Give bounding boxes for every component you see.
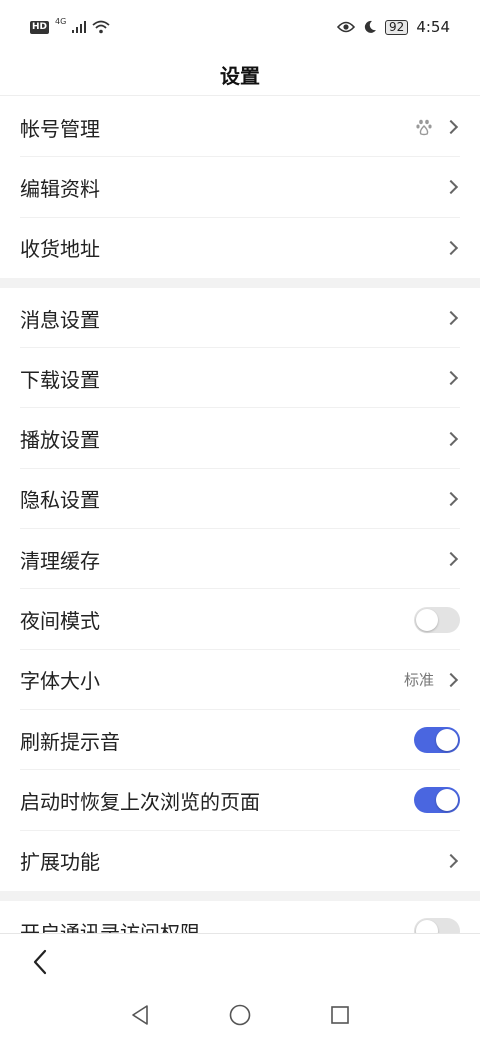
settings-row-edit-profile[interactable]: 编辑资料	[0, 157, 480, 218]
home-circle-icon	[229, 1004, 251, 1025]
toggle-knob	[436, 729, 458, 752]
settings-row-playback[interactable]: 播放设置	[0, 408, 480, 470]
chevron-right-icon	[443, 120, 459, 135]
chevron-right-icon	[443, 672, 459, 687]
system-nav-bar	[0, 989, 480, 1040]
row-label: 帐号管理	[20, 116, 100, 141]
settings-row-account[interactable]: 帐号管理	[0, 97, 480, 158]
row-right	[443, 491, 460, 506]
row-label: 收货地址	[20, 237, 100, 262]
network-type: 4G	[55, 17, 67, 26]
row-right	[443, 310, 460, 326]
contacts-permission-toggle[interactable]	[414, 918, 460, 933]
chevron-right-icon	[443, 853, 459, 868]
row-right	[443, 552, 460, 567]
settings-row-contacts-permission: 开启通讯录访问权限	[0, 901, 480, 933]
settings-row-address[interactable]: 收货地址	[0, 218, 480, 278]
row-label: 开启通讯录访问权限	[20, 920, 200, 934]
system-home-button[interactable]	[225, 1000, 255, 1030]
baidu-paw-icon	[416, 119, 432, 136]
section-divider	[0, 890, 480, 901]
settings-row-restore-page: 启动时恢复上次浏览的页面	[0, 770, 480, 831]
wifi-icon	[92, 20, 110, 34]
font-size-value: 标准	[403, 671, 434, 690]
toggle-knob	[416, 608, 438, 631]
settings-row-font-size[interactable]: 字体大小 标准	[0, 650, 480, 711]
row-right: 标准	[404, 669, 460, 690]
clock: 4:54	[416, 18, 450, 36]
chevron-left-icon	[33, 949, 47, 975]
chevron-right-icon	[443, 491, 459, 506]
restore-page-toggle[interactable]	[414, 787, 460, 814]
chevron-right-icon	[443, 310, 459, 326]
status-left: HD 4G	[30, 17, 110, 34]
chevron-right-icon	[443, 431, 459, 446]
settings-row-download[interactable]: 下载设置	[0, 348, 480, 409]
row-label: 播放设置	[20, 428, 100, 453]
status-bar: HD 4G 92 4:54	[0, 0, 480, 54]
settings-row-message[interactable]: 消息设置	[0, 288, 480, 349]
row-right	[443, 240, 460, 255]
title-bar: 设置	[0, 54, 480, 96]
settings-row-night-mode: 夜间模式	[0, 589, 480, 650]
row-right	[443, 431, 460, 446]
signal-icon	[72, 21, 87, 33]
system-recents-button[interactable]	[325, 1000, 355, 1030]
battery-indicator: 92	[385, 19, 409, 35]
row-label: 消息设置	[20, 307, 100, 332]
system-back-button[interactable]	[125, 1000, 155, 1030]
back-triangle-icon	[132, 1004, 148, 1025]
recents-square-icon	[331, 1005, 349, 1024]
eye-icon	[337, 21, 356, 33]
row-right	[443, 853, 460, 868]
hd-indicator: HD	[30, 20, 50, 34]
row-label: 启动时恢复上次浏览的页面	[20, 789, 260, 814]
settings-list[interactable]: 帐号管理 编辑资料 收货地址 消息设置 下载设置 播放设置 隐私设置 清理缓存 …	[0, 97, 480, 933]
toggle-knob	[416, 920, 438, 933]
settings-row-clear-cache[interactable]: 清理缓存	[0, 529, 480, 590]
back-button[interactable]	[26, 948, 54, 976]
toggle-knob	[436, 789, 458, 812]
row-label: 夜间模式	[20, 609, 100, 634]
settings-row-extensions[interactable]: 扩展功能	[0, 831, 480, 891]
row-label: 字体大小	[20, 669, 100, 694]
settings-row-refresh-sound: 刷新提示音	[0, 710, 480, 771]
settings-row-privacy[interactable]: 隐私设置	[0, 469, 480, 530]
row-right	[443, 180, 460, 195]
row-label: 隐私设置	[20, 488, 100, 513]
moon-icon	[364, 20, 377, 33]
chevron-right-icon	[443, 552, 459, 567]
row-label: 刷新提示音	[20, 729, 120, 754]
chevron-right-icon	[443, 180, 459, 195]
row-label: 下载设置	[20, 367, 100, 392]
row-right	[416, 118, 460, 136]
bottom-toolbar	[0, 933, 480, 989]
chevron-right-icon	[443, 371, 459, 386]
page-title: 设置	[220, 64, 260, 88]
row-right	[443, 371, 460, 386]
row-label: 扩展功能	[20, 850, 100, 875]
chevron-right-icon	[443, 240, 459, 255]
row-label: 清理缓存	[20, 548, 100, 573]
refresh-sound-toggle[interactable]	[414, 727, 460, 754]
status-right: 92 4:54	[337, 18, 450, 36]
section-divider	[0, 277, 480, 288]
night-mode-toggle[interactable]	[414, 606, 460, 633]
row-label: 编辑资料	[20, 176, 100, 201]
